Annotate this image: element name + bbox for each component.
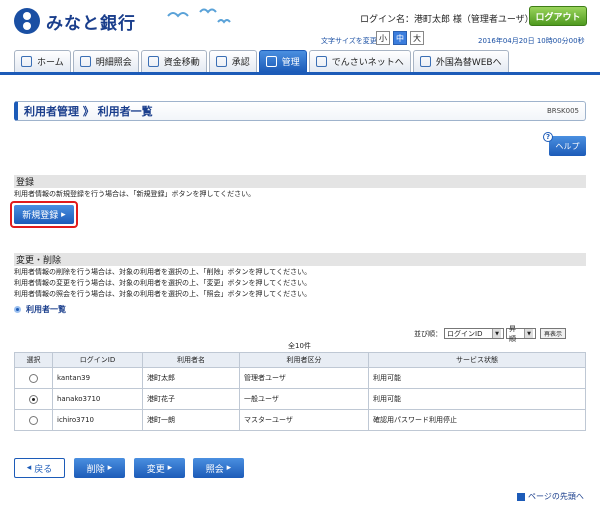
user-type-cell: マスターユーザ [239,409,369,431]
user-table: 選択 ログインID 利用者名 利用者区分 サービス状態 kantan39 港町太… [14,352,586,431]
bullet-icon [14,306,21,313]
back-button[interactable]: ◂ 戻る [14,458,65,478]
user-name-cell: 港町太郎 [142,367,240,389]
register-heading: 登録 [14,175,586,188]
table-header-row: 選択 ログインID 利用者名 利用者区分 サービス状態 [14,352,586,368]
select-cell[interactable] [14,409,53,431]
page-top-link[interactable]: ページの先頭へ [517,491,584,502]
delete-button[interactable]: 削除 ▸ [74,458,125,478]
service-status-cell: 確認用パスワード利用停止 [368,409,586,431]
user-name-cell: 港町花子 [142,388,240,410]
document-icon [79,56,91,67]
login-name: ログイン名：港町太郎 様（管理者ユーザ） [360,15,534,25]
font-size-medium-button[interactable]: 中 [393,31,407,45]
register-description: 利用者情報の新規登録を行う場合は、「新規登録」ボタンを押してください。 [14,190,256,198]
external-link-icon [315,56,327,67]
column-header: 利用者区分 [239,352,369,368]
chevron-down-icon: ▼ [524,329,533,338]
sort-field-select[interactable]: ログインID ▼ [444,328,504,339]
main-nav: ホーム 明細照会 資金移動 承認 管理 でんさいネットへ 外国為替WEBへ [14,50,586,72]
tab-densai[interactable]: でんさいネットへ [308,50,411,72]
tab-admin[interactable]: 管理 [258,50,307,72]
help-button[interactable]: ヘルプ [549,136,586,156]
header: みなと銀行 ログイン名：港町太郎 様（管理者ユーザ） ログアウト 文字サイズを変… [0,0,600,50]
redisplay-button[interactable]: 再表示 [540,328,567,339]
transfer-icon [147,56,159,67]
column-header: サービス状態 [368,352,586,368]
home-icon [21,56,32,67]
table-row[interactable]: hanako3710 港町花子 一般ユーザ 利用可能 [14,388,586,410]
current-datetime: 2016年04月20日 10時00分00秒 [478,37,585,45]
screen-code: BRSK005 [546,107,579,115]
table-row[interactable]: ichiro3710 港町一朗 マスターユーザ 確認用パスワード利用停止 [14,409,586,431]
sort-order-select[interactable]: 昇順 ▼ [506,325,536,343]
tab-home[interactable]: ホーム [14,50,71,72]
sort-label: 並び順： [414,329,442,338]
record-count: 全10件 [288,342,311,350]
modify-description-inquiry: 利用者情報の照会を行う場合は、対象の利用者を選択の上、「照会」ボタンを押してくだ… [14,290,312,298]
check-icon [215,56,227,67]
logout-button[interactable]: ログアウト [529,6,587,26]
select-cell[interactable] [14,388,53,410]
modify-heading: 変更・削除 [14,253,586,266]
tab-approval[interactable]: 承認 [208,50,257,72]
chevron-down-icon: ▼ [492,329,501,338]
arrow-up-icon [517,492,525,501]
nav-underline [0,72,600,75]
column-header: ログインID [52,352,143,368]
inquiry-button[interactable]: 照会 ▸ [193,458,244,478]
select-radio[interactable] [29,373,38,383]
seagulls-icon [167,8,231,24]
table-row[interactable]: kantan39 港町太郎 管理者ユーザ 利用可能 [14,367,586,389]
modify-description-change: 利用者情報の変更を行う場合は、対象の利用者を選択の上、「変更」ボタンを押してくだ… [14,279,312,287]
user-admin-icon [265,56,277,67]
login-id-cell: kantan39 [52,367,143,389]
select-cell[interactable] [14,367,53,389]
service-status-cell: 利用可能 [368,388,586,410]
tab-transfer[interactable]: 資金移動 [140,50,207,72]
font-size-small-button[interactable]: 小 [376,31,390,45]
user-type-cell: 管理者ユーザ [239,367,369,389]
bank-logo-icon [14,8,40,34]
user-name-cell: 港町一朗 [142,409,240,431]
new-register-highlight: 新規登録 ▸ [10,201,78,228]
column-header: 利用者名 [142,352,240,368]
change-button[interactable]: 変更 ▸ [134,458,185,478]
sort-controls: 並び順： ログインID ▼ 昇順 ▼ 再表示 [414,325,567,343]
user-type-cell: 一般ユーザ [239,388,369,410]
tab-forex[interactable]: 外国為替WEBへ [412,50,509,72]
bank-logo[interactable]: みなと銀行 [14,8,136,34]
page-title: 利用者管理 》 利用者一覧 [24,105,153,118]
tab-statement[interactable]: 明細照会 [72,50,139,72]
modify-description-delete: 利用者情報の削除を行う場合は、対象の利用者を選択の上、「削除」ボタンを押してくだ… [14,268,312,276]
new-register-button[interactable]: 新規登録 ▸ [14,205,74,224]
bank-name: みなと銀行 [46,13,136,34]
external-link-icon [419,56,431,67]
service-status-cell: 利用可能 [368,367,586,389]
select-radio[interactable] [29,415,38,425]
select-radio[interactable] [29,394,38,404]
help-icon: ? [543,132,553,142]
login-id-cell: ichiro3710 [52,409,143,431]
column-header: 選択 [14,352,53,368]
user-list-heading: 利用者一覧 [14,304,66,315]
font-size-label: 文字サイズを変更 [321,37,377,45]
font-size-large-button[interactable]: 大 [410,31,424,45]
page-title-bar: 利用者管理 》 利用者一覧 BRSK005 [14,101,586,121]
login-id-cell: hanako3710 [52,388,143,410]
